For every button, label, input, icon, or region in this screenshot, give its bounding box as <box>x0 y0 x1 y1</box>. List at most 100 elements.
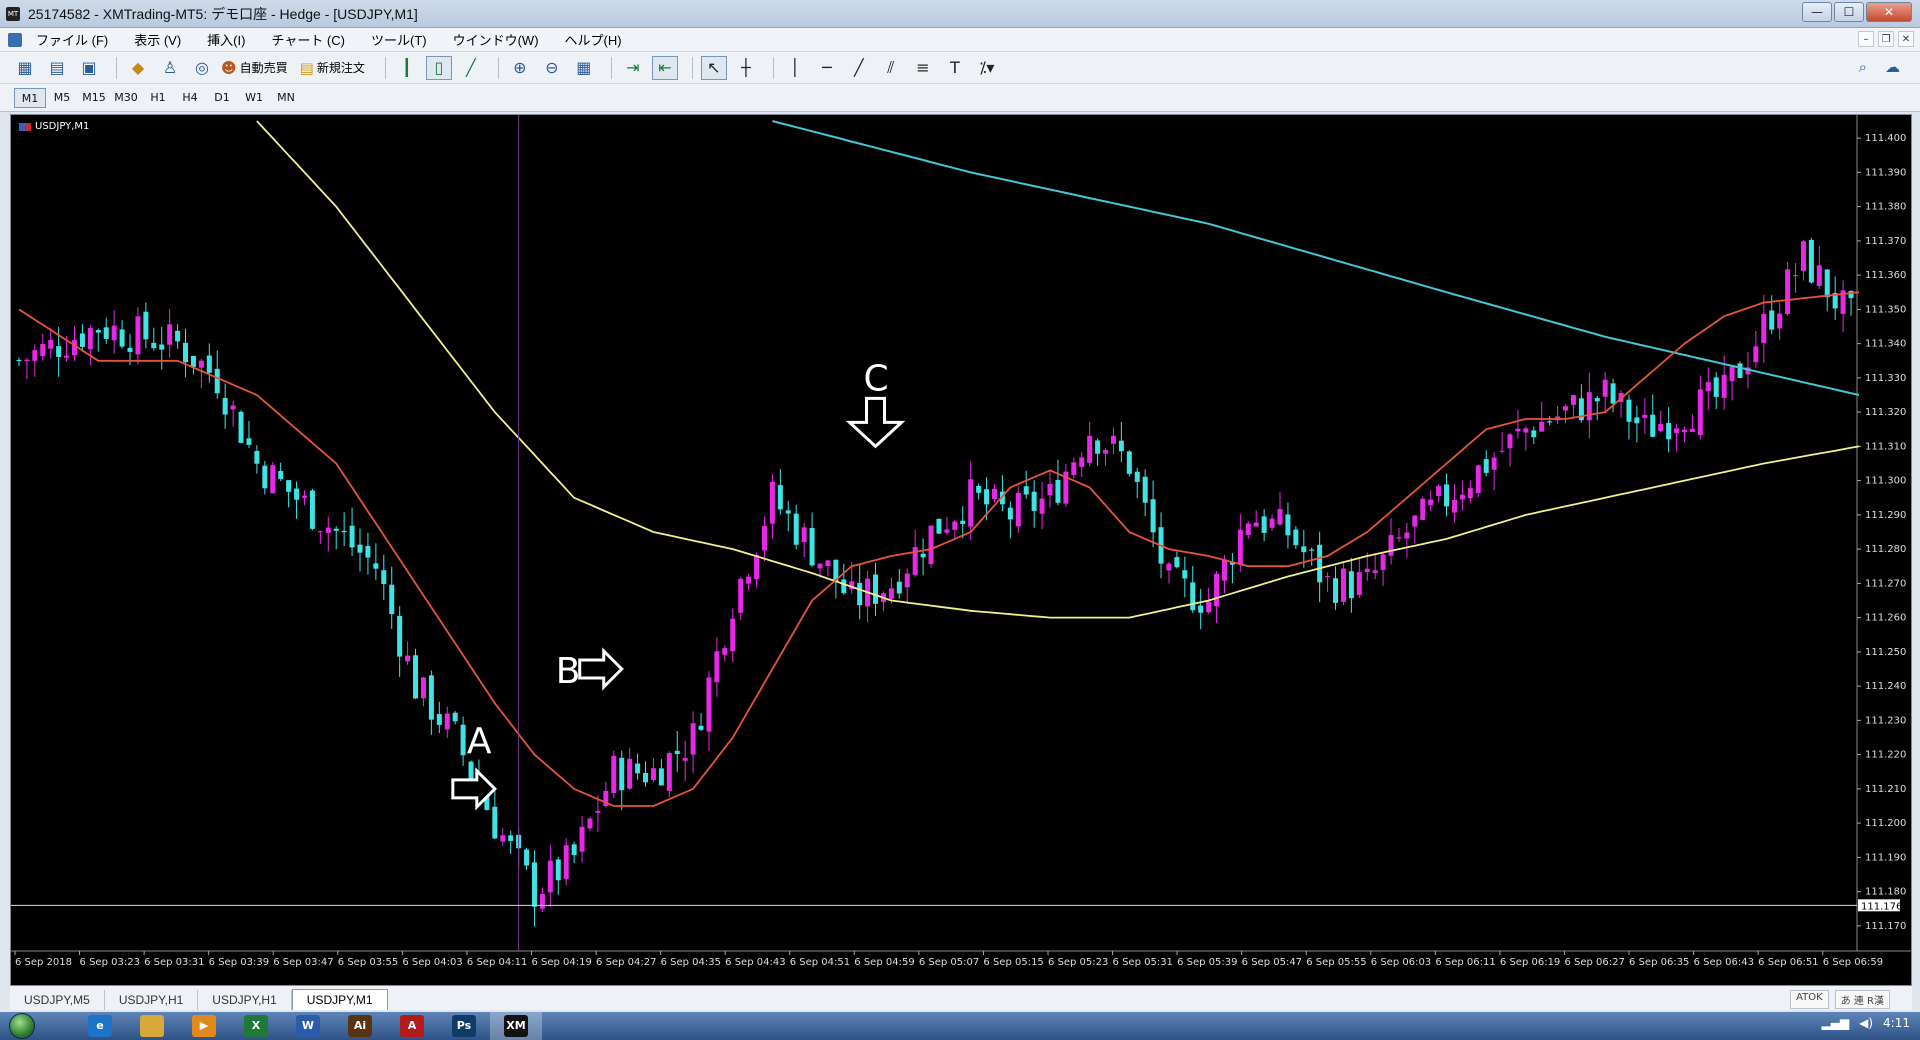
minimize-button[interactable]: — <box>1802 2 1832 22</box>
tf-mn[interactable]: MN <box>270 88 302 108</box>
tab-usdjpy-h1[interactable]: USDJPY,H1 <box>105 990 199 1010</box>
network-icon[interactable]: ▂▄▆ <box>1821 1016 1849 1030</box>
menu-chart[interactable]: チャート (C) <box>271 30 345 49</box>
candle-body <box>1118 440 1124 452</box>
zoom-out-icon[interactable]: ⊖ <box>539 56 565 80</box>
candle-body <box>286 480 292 492</box>
tab-usdjpy-m1[interactable]: USDJPY,M1 <box>291 989 388 1010</box>
taskbar-app[interactable]: Ai <box>334 1012 386 1040</box>
mdi-restore-button[interactable]: ❐ <box>1878 31 1894 47</box>
candle-body <box>1658 424 1664 432</box>
signals-icon[interactable]: ♙ <box>157 56 183 80</box>
taskbar-app[interactable] <box>126 1012 178 1040</box>
menu-insert[interactable]: 挿入(I) <box>207 30 245 49</box>
toolbar-divider <box>384 56 386 79</box>
mdi-close-button[interactable]: ✕ <box>1898 31 1914 47</box>
y-tick-label: 111.190 <box>1865 852 1906 863</box>
candle-body <box>1317 544 1323 583</box>
tf-d1[interactable]: D1 <box>206 88 238 108</box>
candle-body <box>690 723 696 755</box>
taskbar-app[interactable]: e <box>74 1012 126 1040</box>
taskbar-app[interactable]: Ps <box>438 1012 490 1040</box>
start-button[interactable] <box>0 1012 44 1040</box>
candle-body <box>428 675 434 720</box>
search-icon[interactable]: ⌕ <box>1859 58 1867 76</box>
menu-tools[interactable]: ツール(T) <box>371 30 427 49</box>
candle-body <box>1499 450 1505 452</box>
tf-h4[interactable]: H4 <box>174 88 206 108</box>
tab-usdjpy-m5[interactable]: USDJPY,M5 <box>10 990 105 1010</box>
chat-icon[interactable]: ☁ <box>1885 58 1900 76</box>
shapes-dropdown-icon[interactable]: ⁒▾ <box>974 56 1000 80</box>
line-chart-icon[interactable]: ╱ <box>458 56 484 80</box>
tf-m5[interactable]: M5 <box>46 88 78 108</box>
candle-body <box>722 647 728 655</box>
text-icon[interactable]: T <box>942 56 968 80</box>
y-tick-label: 111.290 <box>1865 510 1906 521</box>
new-order-button[interactable]: ▤ 新規注文 <box>300 59 365 77</box>
vertical-line-icon[interactable]: │ <box>782 56 808 80</box>
taskbar-app[interactable]: X <box>230 1012 282 1040</box>
volume-icon[interactable]: ◀) <box>1859 1016 1873 1030</box>
trendline-icon[interactable]: ╱ <box>846 56 872 80</box>
chart-window[interactable]: 111.400 111.390 111.380 111.370 111.360 111.3… <box>10 114 1912 986</box>
ime-atok[interactable]: ATOK <box>1790 990 1829 1009</box>
x-tick-label: 6 Sep 04:27 <box>596 957 656 968</box>
taskbar-app[interactable]: A <box>386 1012 438 1040</box>
auto-scroll-icon[interactable]: ⇥ <box>620 56 646 80</box>
y-tick-label: 111.300 <box>1865 476 1906 487</box>
profiles-icon[interactable]: ▤ <box>44 56 70 80</box>
menu-help[interactable]: ヘルプ(H) <box>565 30 622 49</box>
ime-mode[interactable]: あ 連 R漢 <box>1834 990 1890 1009</box>
x-tick-label: 6 Sep 05:23 <box>1048 957 1108 968</box>
mdi-minimize-button[interactable]: – <box>1858 31 1874 47</box>
taskbar-app[interactable]: ▶ <box>178 1012 230 1040</box>
tf-m1[interactable]: M1 <box>14 87 46 108</box>
candle-body <box>1436 486 1442 496</box>
candle-body <box>1737 363 1743 379</box>
chart-shift-icon[interactable]: ⇤ <box>651 55 678 80</box>
new-chart-icon[interactable]: ▦ <box>12 56 38 80</box>
x-tick-label: 6 Sep 04:43 <box>725 957 785 968</box>
close-button[interactable]: ✕ <box>1866 2 1912 22</box>
cursor-icon[interactable]: ↖ <box>700 55 727 80</box>
y-tick-label: 111.400 <box>1865 133 1906 144</box>
candle-body <box>777 485 783 510</box>
taskbar-app[interactable]: W <box>282 1012 334 1040</box>
market-icon[interactable]: ◆ <box>125 56 151 80</box>
candle-body <box>857 582 863 606</box>
bar-chart-icon[interactable]: ┃ <box>394 56 420 80</box>
tf-w1[interactable]: W1 <box>238 88 270 108</box>
equidistant-channel-icon[interactable]: ⫽ <box>878 56 904 80</box>
tile-windows-icon[interactable]: ▦ <box>571 56 597 80</box>
candlestick-icon[interactable]: ▯ <box>425 55 452 80</box>
candle-body <box>1808 239 1814 283</box>
horizontal-line-icon[interactable]: ─ <box>814 56 840 80</box>
candle-body <box>920 553 926 558</box>
menu-window[interactable]: ウインドウ(W) <box>453 30 539 49</box>
chart-window-icon[interactable] <box>8 32 22 47</box>
fibonacci-icon[interactable]: ≡ <box>910 56 936 80</box>
tf-h1[interactable]: H1 <box>142 88 174 108</box>
candle-body <box>95 330 101 333</box>
candle-body <box>1269 518 1275 528</box>
candle-body <box>658 768 664 786</box>
auto-trade-button[interactable]: ☻ 自動売買 <box>221 59 288 77</box>
tab-usdjpy-h1-2[interactable]: USDJPY,H1 <box>198 990 292 1010</box>
maximize-button[interactable]: ☐ <box>1834 2 1864 22</box>
y-tick-label: 111.250 <box>1865 647 1906 658</box>
clock[interactable]: 4:11 <box>1883 1016 1910 1030</box>
price-chart[interactable]: 111.400 111.390 111.380 111.370 111.360 111.3… <box>11 115 1911 985</box>
tf-m30[interactable]: M30 <box>110 88 142 108</box>
menu-file[interactable]: ファイル (F) <box>36 30 108 49</box>
vps-icon[interactable]: ◎ <box>189 56 215 80</box>
zoom-in-icon[interactable]: ⊕ <box>507 56 533 80</box>
tf-m15[interactable]: M15 <box>78 88 110 108</box>
crosshair-icon[interactable]: ┼ <box>733 56 759 80</box>
taskbar-app[interactable]: XM <box>490 1012 542 1040</box>
menu-view[interactable]: 表示 (V) <box>134 30 181 49</box>
candle-body <box>1570 395 1576 405</box>
candle-body <box>1650 414 1656 437</box>
y-tick-label: 111.200 <box>1865 818 1906 829</box>
navigator-icon[interactable]: ▣ <box>76 56 102 80</box>
